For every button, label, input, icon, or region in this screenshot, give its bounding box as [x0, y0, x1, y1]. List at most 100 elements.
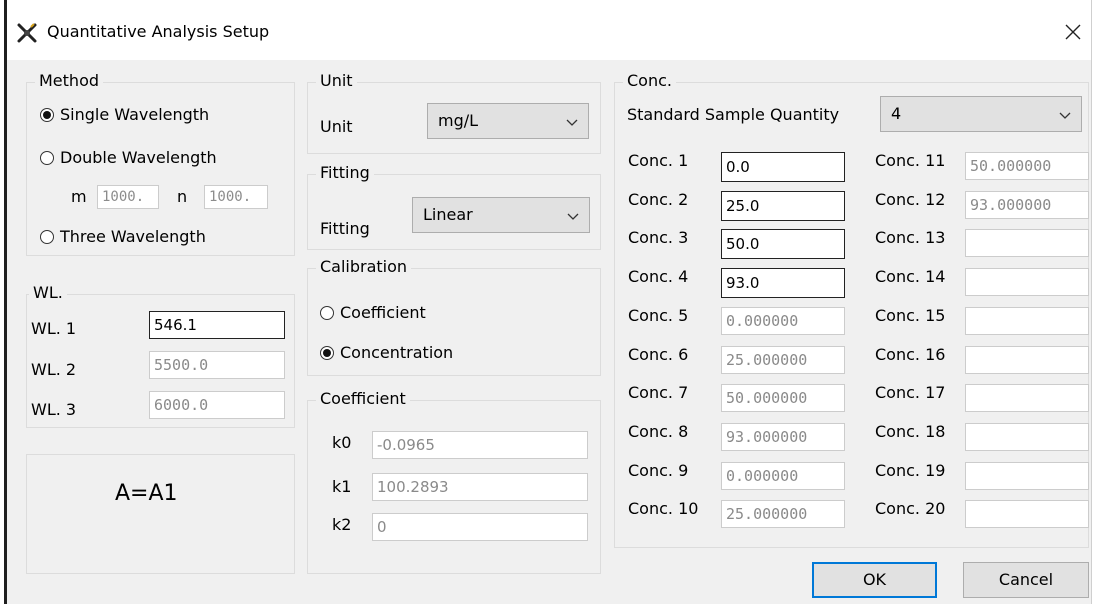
conc-right-label-4: Conc. 14 — [875, 267, 946, 287]
m-label: m — [71, 187, 87, 206]
m-input[interactable]: 1000. — [97, 185, 159, 209]
k0-label: k0 — [332, 433, 352, 452]
formula-text: A=A1 — [115, 481, 178, 506]
method-group: Method Single Wavelength Double Waveleng… — [26, 71, 295, 256]
standard-sample-quantity-select[interactable]: 4 — [880, 96, 1082, 132]
radio-label-three: Three Wavelength — [60, 227, 206, 246]
fitting-label: Fitting — [320, 219, 370, 238]
radio-concentration[interactable]: Concentration — [320, 343, 453, 362]
n-input[interactable]: 1000. — [204, 185, 268, 209]
coefficient-group: Coefficient k0 -0.0965 k1 100.2893 k2 0 — [307, 389, 601, 574]
radio-indicator-double — [40, 150, 54, 165]
conc-right-label-5: Conc. 15 — [875, 305, 946, 325]
unit-select[interactable]: mg/L — [427, 103, 589, 139]
conc-right-input-1[interactable]: 50.000000 — [965, 152, 1089, 180]
conc-left-label-9: Conc. 9 — [628, 460, 689, 480]
conc-right-input-6[interactable] — [965, 345, 1089, 374]
title-bar: Quantitative Analysis Setup — [7, 0, 1091, 60]
conc-right-label-6: Conc. 16 — [875, 344, 946, 364]
conc-left-input-7[interactable]: 50.000000 — [721, 384, 845, 413]
k0-input[interactable]: -0.0965 — [372, 431, 588, 459]
radio-coefficient[interactable]: Coefficient — [320, 303, 426, 322]
conc-left-input-10[interactable]: 25.000000 — [721, 500, 845, 529]
unit-group: Unit Unit mg/L — [307, 71, 601, 154]
conc-left-input-5[interactable]: 0.000000 — [721, 306, 845, 335]
conc-right-input-2[interactable]: 93.000000 — [965, 190, 1089, 219]
formula-group: A=A1 — [26, 454, 295, 574]
radio-label-double: Double Wavelength — [60, 148, 217, 167]
conc-left-label-6: Conc. 6 — [628, 344, 689, 364]
fitting-select[interactable]: Linear — [412, 197, 590, 233]
k2-label: k2 — [332, 515, 352, 534]
conc-left-input-8[interactable]: 93.000000 — [721, 422, 845, 451]
radio-label-single: Single Wavelength — [60, 105, 210, 124]
radio-indicator-concentration — [320, 345, 334, 360]
k1-input[interactable]: 100.2893 — [372, 473, 588, 501]
conc-left-input-4[interactable]: 93.0 — [721, 268, 845, 299]
conc-right-input-9[interactable] — [965, 461, 1089, 490]
conc-left-input-6[interactable]: 25.000000 — [721, 345, 845, 374]
cancel-button[interactable]: Cancel — [963, 562, 1089, 598]
n-label: n — [177, 187, 188, 206]
conc-left-label-8: Conc. 8 — [628, 421, 689, 441]
conc-group: Conc. Standard Sample Quantity 4 Conc. 1… — [614, 71, 1089, 548]
conc-right-label-7: Conc. 17 — [875, 383, 946, 403]
close-icon — [1065, 24, 1081, 40]
k1-label: k1 — [332, 477, 352, 496]
wl1-label: WL. 1 — [31, 319, 77, 338]
conc-right-label-2: Conc. 12 — [875, 189, 946, 209]
conc-right-input-10[interactable] — [965, 500, 1089, 529]
conc-right-label-8: Conc. 18 — [875, 421, 946, 441]
conc-left-input-1[interactable]: 0.0 — [721, 152, 845, 182]
conc-right-label-10: Conc. 20 — [875, 499, 946, 519]
conc-right-input-7[interactable] — [965, 384, 1089, 413]
method-legend: Method — [35, 71, 104, 90]
radio-label-concentration: Concentration — [340, 343, 454, 362]
k2-input[interactable]: 0 — [372, 513, 588, 541]
wl2-label: WL. 2 — [31, 360, 77, 379]
chevron-down-icon — [1059, 112, 1071, 119]
unit-legend: Unit — [316, 71, 357, 90]
chevron-down-icon — [566, 119, 578, 126]
chevron-down-icon — [567, 213, 579, 220]
radio-indicator-three — [40, 229, 54, 244]
wl3-input[interactable]: 6000.0 — [149, 391, 285, 419]
conc-legend: Conc. — [623, 71, 676, 90]
conc-left-input-3[interactable]: 50.0 — [721, 229, 845, 260]
fitting-legend: Fitting — [316, 163, 374, 182]
conc-left-label-10: Conc. 10 — [628, 499, 699, 519]
conc-left-label-7: Conc. 7 — [628, 383, 689, 403]
radio-single-wavelength[interactable]: Single Wavelength — [40, 105, 209, 124]
conc-left-label-1: Conc. 1 — [628, 151, 689, 170]
radio-double-wavelength[interactable]: Double Wavelength — [40, 148, 217, 167]
unit-value: mg/L — [438, 111, 479, 130]
conc-right-label-3: Conc. 13 — [875, 228, 946, 248]
calibration-group: Calibration Coefficient Concentration — [307, 257, 601, 376]
wl-group: WL. WL. 1 546.1 WL. 2 5500.0 WL. 3 6000.… — [26, 283, 295, 428]
conc-left-input-9[interactable]: 0.000000 — [721, 461, 845, 490]
conc-left-input-2[interactable]: 25.0 — [721, 190, 845, 221]
conc-right-input-5[interactable] — [965, 306, 1089, 335]
radio-indicator-single — [40, 107, 54, 122]
unit-label: Unit — [320, 117, 353, 136]
conc-left-label-4: Conc. 4 — [628, 267, 689, 287]
wl-legend: WL. — [29, 283, 67, 302]
window-title: Quantitative Analysis Setup — [47, 22, 270, 41]
fitting-value: Linear — [423, 205, 473, 224]
conc-left-label-5: Conc. 5 — [628, 305, 689, 325]
radio-three-wavelength[interactable]: Three Wavelength — [40, 227, 206, 246]
wl1-input[interactable]: 546.1 — [149, 311, 285, 339]
wl2-input[interactable]: 5500.0 — [149, 351, 285, 379]
conc-right-input-3[interactable] — [965, 229, 1089, 258]
radio-indicator-coefficient — [320, 305, 334, 320]
conc-right-input-8[interactable] — [965, 422, 1089, 451]
conc-right-input-4[interactable] — [965, 268, 1089, 297]
ok-button[interactable]: OK — [812, 562, 937, 598]
app-icon — [17, 23, 37, 43]
wl3-label: WL. 3 — [31, 400, 77, 419]
conc-right-label-1: Conc. 11 — [875, 151, 946, 170]
close-button[interactable] — [1055, 14, 1091, 50]
fitting-group: Fitting Fitting Linear — [307, 163, 601, 250]
standard-sample-quantity-label: Standard Sample Quantity — [627, 105, 840, 124]
standard-sample-quantity-value: 4 — [891, 104, 902, 123]
